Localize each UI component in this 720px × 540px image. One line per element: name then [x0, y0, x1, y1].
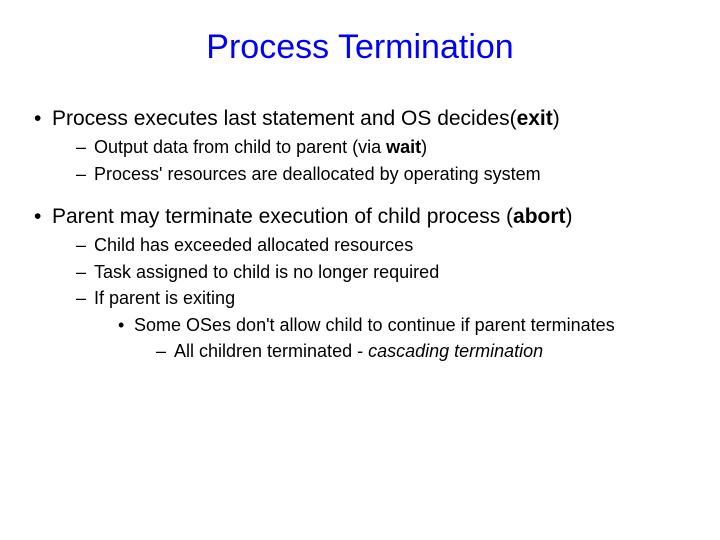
- text: ): [421, 137, 427, 157]
- bold: exit: [517, 107, 553, 130]
- bullet-2-sub-3a-1: All children terminated - cascading term…: [24, 340, 696, 363]
- bullet-2-sub-2: Task assigned to child is no longer requ…: [24, 261, 696, 284]
- bullet-2-sub-3: If parent is exiting: [24, 287, 696, 310]
- bullet-2-sub-3a: Some OSes don't allow child to continue …: [24, 314, 696, 337]
- text: Parent may terminate execution of child …: [52, 205, 513, 228]
- bullet-1: Process executes last statement and OS d…: [24, 105, 696, 132]
- bullet-1-sub-1: Output data from child to parent (via wa…: [24, 136, 696, 159]
- bold: wait: [386, 137, 421, 157]
- slide: Process Termination Process executes las…: [0, 0, 720, 540]
- text: ): [566, 205, 573, 228]
- text: Output data from child to parent (via: [94, 137, 386, 157]
- bullet-2: Parent may terminate execution of child …: [24, 203, 696, 230]
- bold: abort: [513, 205, 566, 228]
- text: Process executes last statement and OS d…: [52, 107, 517, 130]
- bullet-2-sub-1: Child has exceeded allocated resources: [24, 234, 696, 257]
- text: All children terminated -: [174, 341, 368, 361]
- text: ): [553, 107, 560, 130]
- bullet-1-sub-2: Process' resources are deallocated by op…: [24, 163, 696, 186]
- italic: cascading termination: [368, 341, 543, 361]
- slide-title: Process Termination: [24, 28, 696, 67]
- spacer: [24, 189, 696, 197]
